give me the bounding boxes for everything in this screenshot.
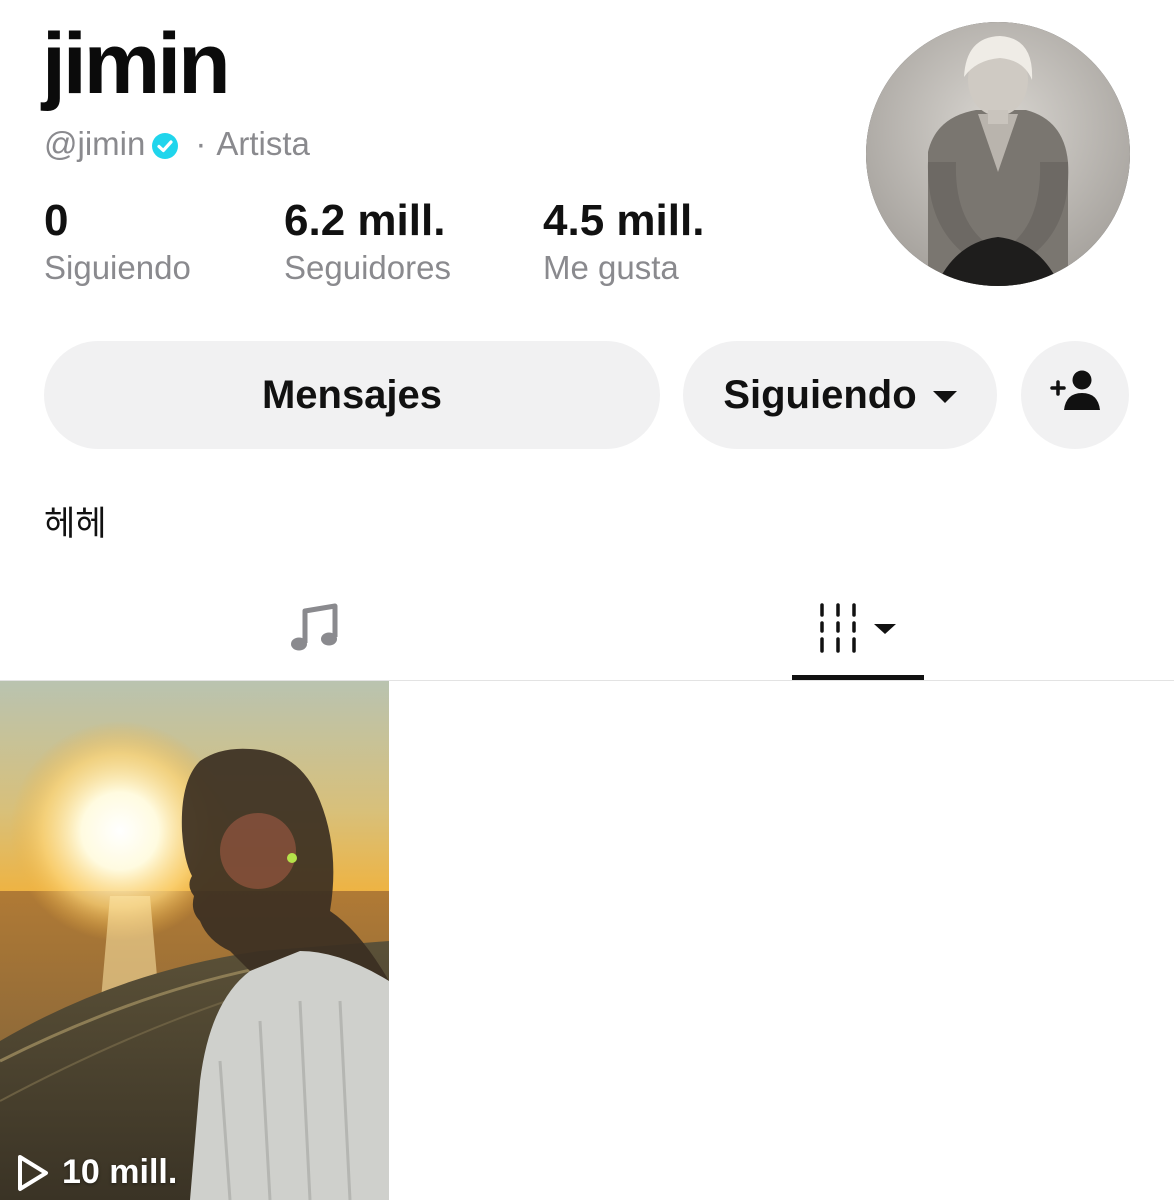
video-thumbnail-image — [0, 681, 389, 1200]
video-view-count: 10 mill. — [16, 1153, 177, 1192]
message-button[interactable]: Mensajes — [44, 341, 660, 449]
profile-handle: @jimin — [44, 125, 146, 162]
message-button-label: Mensajes — [261, 372, 443, 417]
video-grid-icon — [816, 601, 900, 660]
add-person-icon — [1049, 368, 1101, 422]
stat-likes[interactable]: 4.5 mill. Me gusta — [543, 196, 704, 288]
tab-music[interactable] — [250, 580, 380, 680]
video-thumbnail[interactable]: 10 mill. — [0, 681, 389, 1200]
stat-following[interactable]: 0 Siguiendo — [44, 196, 191, 288]
verified-badge-icon — [151, 130, 179, 159]
stat-following-label: Siguiendo — [44, 249, 191, 286]
tab-videos[interactable] — [792, 580, 924, 680]
profile-bio: 헤헤 — [44, 505, 107, 543]
avatar[interactable] — [866, 22, 1130, 286]
suggested-accounts-button[interactable] — [1021, 341, 1129, 449]
stat-followers[interactable]: 6.2 mill. Seguidores — [284, 196, 451, 288]
content-tabs — [0, 580, 1174, 680]
following-button-label: Siguiendo — [723, 372, 917, 417]
handle-separator: · — [195, 125, 207, 162]
following-dropdown-button[interactable]: Siguiendo — [683, 341, 997, 449]
profile-handle-row: @jimin · Artista — [44, 122, 310, 166]
stat-likes-value: 4.5 mill. — [543, 196, 705, 245]
stat-followers-value: 6.2 mill. — [284, 196, 446, 245]
profile-category: Artista — [216, 125, 310, 162]
caret-down-icon — [932, 391, 957, 403]
profile-display-name: jimin — [42, 16, 231, 112]
stat-followers-label: Seguidores — [284, 249, 451, 286]
video-view-count-text: 10 mill. — [62, 1153, 178, 1191]
music-note-icon — [288, 601, 342, 660]
play-outline-icon — [16, 1154, 50, 1192]
stat-following-value: 0 — [44, 196, 69, 245]
stat-likes-label: Me gusta — [543, 249, 679, 286]
